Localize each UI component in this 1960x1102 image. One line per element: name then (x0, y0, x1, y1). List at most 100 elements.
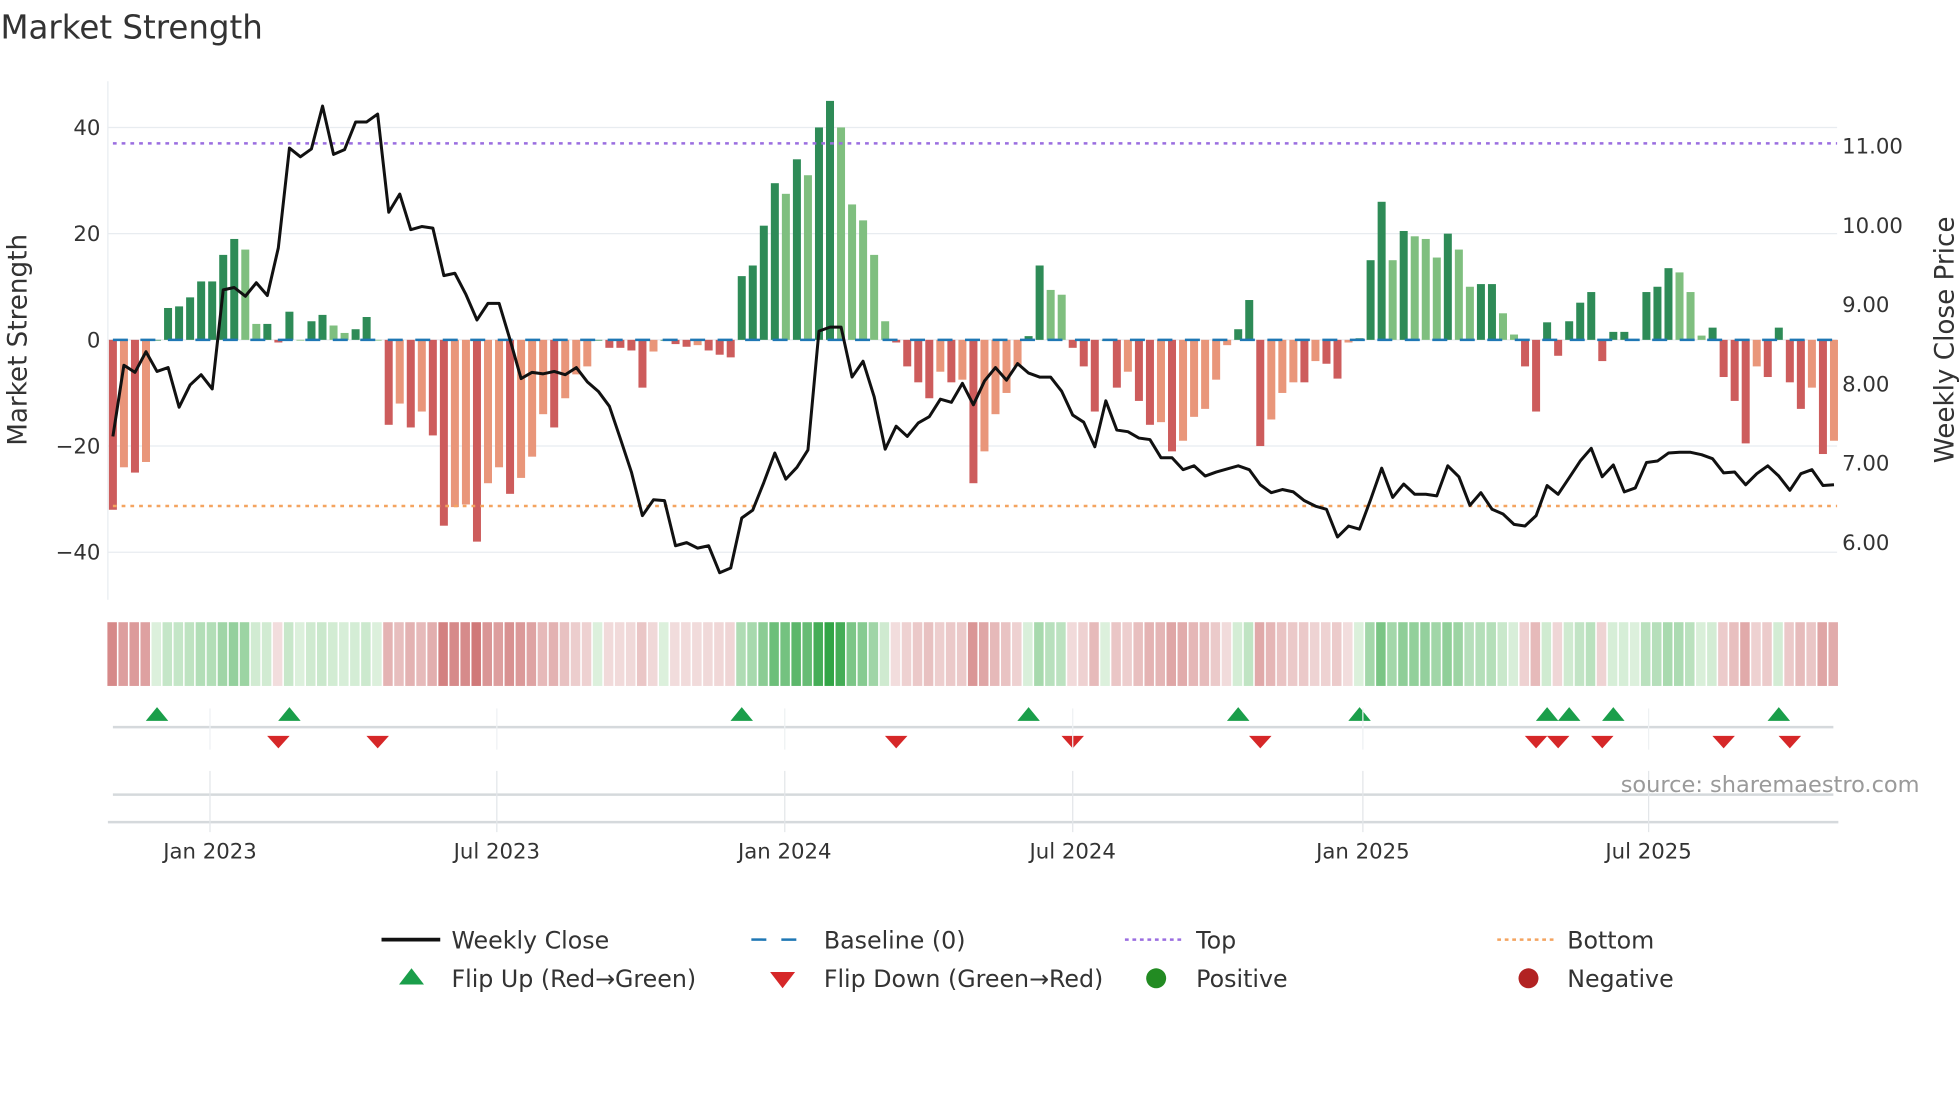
flip-down-marker (1712, 735, 1735, 749)
heatmap-cell (1442, 622, 1452, 686)
heatmap-cell (1012, 622, 1022, 686)
heatmap-cell (1696, 622, 1706, 686)
circle-icon (1146, 968, 1167, 989)
heatmap-cell (1718, 622, 1728, 686)
heatmap-cell (747, 622, 757, 686)
heatmap-cell (261, 622, 272, 686)
strength-bar (1399, 230, 1408, 340)
chart-title: Market Strength (0, 9, 262, 47)
heatmap-cell (670, 622, 680, 686)
strength-bar (1311, 339, 1320, 362)
heatmap-cell (780, 622, 790, 686)
heatmap-cell (1674, 622, 1684, 686)
heatmap-cell (1563, 622, 1574, 686)
heatmap-cell (835, 622, 846, 686)
strength-bar (936, 339, 945, 372)
strength-bar (770, 183, 779, 340)
strength-bar (1554, 339, 1563, 356)
heatmap-cell (1265, 622, 1276, 686)
heatmap-cell (339, 622, 349, 686)
y2-axis-title: Weekly Close Price (1930, 217, 1960, 464)
heatmap-cell (758, 622, 768, 686)
heatmap-cell (989, 622, 1000, 686)
strength-bar (186, 297, 195, 340)
flip-down-marker (1778, 735, 1802, 749)
strength-bar (881, 321, 890, 340)
legend-item: Top (1124, 926, 1236, 954)
y2-tick-label: 9.00 (1842, 293, 1889, 318)
heatmap-cell (294, 622, 305, 686)
heatmap-cell (515, 622, 526, 686)
strength-bar (550, 339, 559, 428)
strength-bar (1521, 339, 1530, 367)
strength-bar (1201, 339, 1210, 409)
heatmap-cell (548, 622, 559, 686)
heatmap-cell (1122, 622, 1132, 686)
heatmap-cell (923, 622, 934, 686)
heatmap-cell (416, 622, 426, 686)
strength-bar (1807, 339, 1816, 388)
heatmap-cell (350, 622, 360, 686)
strength-bar (837, 127, 846, 340)
strength-bar (1576, 302, 1585, 340)
strength-bar (1377, 201, 1386, 340)
flip-up-marker (1017, 707, 1040, 721)
strength-bar (208, 281, 217, 340)
strength-bar (130, 339, 139, 473)
x-tick-label: Jan 2023 (161, 839, 257, 864)
strength-bar (472, 339, 481, 542)
heatmap-cell (1332, 622, 1342, 686)
heatmap-cell (1751, 622, 1761, 686)
heatmap-cell (317, 622, 327, 686)
heatmap-cell (1662, 622, 1673, 686)
heatmap-cell (1387, 622, 1397, 686)
strength-bar (914, 339, 923, 383)
strength-bar (263, 323, 272, 340)
strength-bar (737, 276, 746, 340)
legend-label: Negative (1567, 965, 1673, 993)
strength-bar (329, 325, 338, 340)
heatmap-cell (1398, 622, 1408, 686)
y2-tick-label: 6.00 (1842, 531, 1889, 556)
strength-bar (164, 307, 173, 340)
strength-bar (1532, 339, 1541, 412)
heatmap-cell (967, 622, 978, 686)
market-strength-chart: Market Strength 40 20 0 −20 −40 11.00 10.00 9.… (0, 9, 1960, 993)
heatmap-cell (118, 622, 128, 686)
strength-bar (1543, 322, 1552, 340)
heatmap-cell (978, 622, 989, 686)
legend-label: Positive (1196, 965, 1287, 993)
legend-item: Negative (1518, 965, 1674, 993)
source-label: source: sharemaestro.com (1621, 772, 1920, 798)
flip-up-marker (1767, 707, 1791, 721)
heatmap-cell (725, 622, 735, 686)
heatmap-cell (1243, 622, 1254, 686)
heatmap-cell (1740, 622, 1750, 686)
flip-up-marker (1226, 707, 1250, 721)
heatmap-cell (1497, 622, 1507, 686)
heatmap-cell (328, 622, 338, 686)
strength-bar (1587, 292, 1596, 340)
strength-bar (1123, 339, 1132, 372)
heatmap-cell (449, 622, 459, 686)
strength-bar (175, 306, 184, 340)
flip-down-marker (1546, 735, 1570, 749)
legend-label: Bottom (1567, 926, 1654, 954)
heatmap-cell (614, 622, 625, 686)
strength-bar (1730, 339, 1739, 401)
heatmap-cell (1309, 622, 1320, 686)
strength-bar (792, 159, 801, 340)
heatmap-cell (901, 622, 912, 686)
heatmap-cell (1166, 622, 1177, 686)
strength-bar (583, 339, 592, 367)
heatmap-cell (1773, 622, 1783, 686)
heatmap-cell (1254, 622, 1265, 686)
heatmap-cell (1287, 622, 1298, 686)
heatmap-cell (1188, 622, 1199, 686)
heatmap-cell (890, 622, 901, 686)
heatmap-cell (1376, 622, 1386, 686)
strength-bar (1234, 329, 1243, 340)
x-tick-label: Jan 2024 (736, 839, 832, 864)
strength-bar (428, 339, 437, 436)
legend-item: Weekly Close (381, 926, 609, 954)
